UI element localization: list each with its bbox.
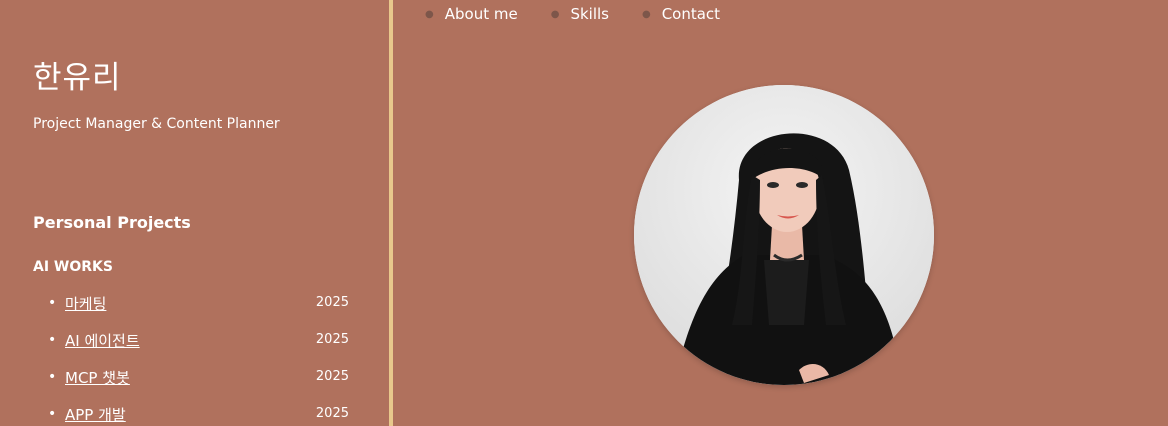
- bullet-icon: ●: [550, 8, 560, 20]
- list-item: • AI 에이전트 2025: [48, 329, 353, 366]
- bullet-icon: •: [48, 332, 57, 348]
- bullet-icon: ●: [641, 8, 651, 20]
- project-link-ai-agent[interactable]: AI 에이전트: [65, 330, 140, 351]
- project-link-mcp-chatbot[interactable]: MCP 챗봇: [65, 367, 130, 388]
- list-item: • 마케팅 2025: [48, 292, 353, 329]
- group-title: AI WORKS: [33, 259, 113, 275]
- profile-subtitle: Project Manager & Content Planner: [33, 116, 280, 132]
- nav-item-contact[interactable]: ● Contact: [642, 5, 720, 23]
- project-year: 2025: [315, 295, 349, 310]
- nav-item-label: Contact: [661, 5, 721, 23]
- nav-item-label: About me: [444, 5, 518, 23]
- list-item: • MCP 챗봇 2025: [48, 366, 353, 403]
- page: 한유리 Project Manager & Content Planner Pe…: [0, 0, 1168, 426]
- bullet-icon: •: [48, 295, 57, 311]
- section-title: Personal Projects: [33, 213, 191, 232]
- project-list: • 마케팅 2025 • AI 에이전트 2025 • MCP 챗봇 2025 …: [48, 292, 353, 426]
- profile-photo: [634, 85, 934, 385]
- main-content: ● About me ● Skills ● Contact: [393, 0, 1168, 426]
- list-item: • APP 개발 2025: [48, 403, 353, 426]
- bullet-icon: ●: [425, 8, 434, 20]
- top-nav: ● About me ● Skills ● Contact: [425, 5, 753, 23]
- profile-name: 한유리: [33, 60, 122, 96]
- bullet-icon: •: [48, 369, 57, 385]
- nav-item-label: Skills: [570, 5, 609, 23]
- bullet-icon: •: [48, 406, 57, 422]
- project-link-marketing[interactable]: 마케팅: [65, 293, 106, 314]
- project-year: 2025: [315, 369, 349, 384]
- project-year: 2025: [315, 406, 349, 421]
- avatar: [634, 85, 934, 385]
- nav-item-about[interactable]: ● About me: [425, 5, 518, 23]
- project-link-app-dev[interactable]: APP 개발: [65, 404, 126, 425]
- sidebar: 한유리 Project Manager & Content Planner Pe…: [0, 0, 389, 426]
- nav-item-skills[interactable]: ● Skills: [551, 5, 609, 23]
- project-year: 2025: [315, 332, 349, 347]
